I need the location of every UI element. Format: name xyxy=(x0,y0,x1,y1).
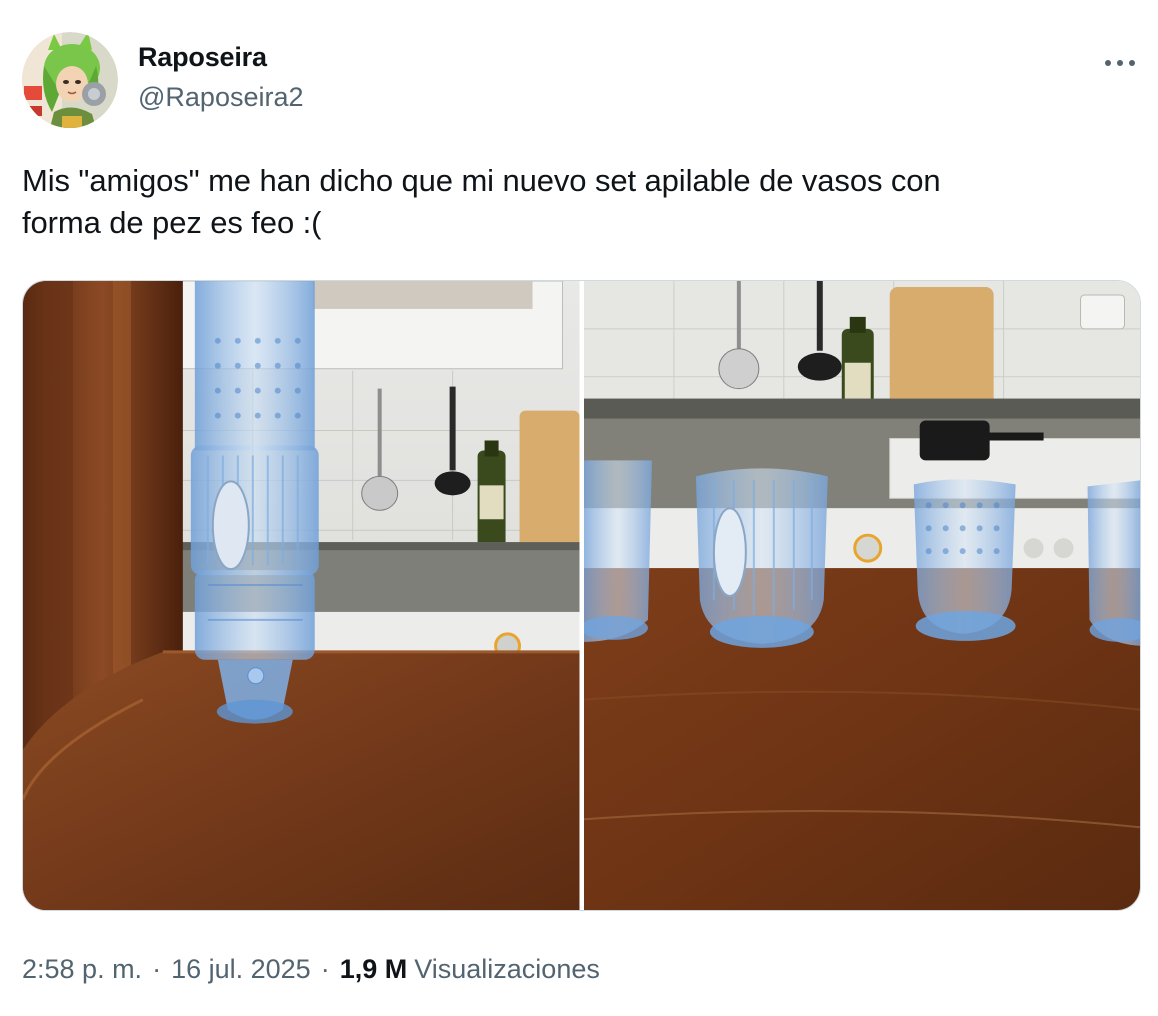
more-options-button[interactable] xyxy=(1098,46,1142,80)
tweet-time[interactable]: 2:58 p. m. xyxy=(22,954,142,985)
avatar-icon xyxy=(22,32,118,128)
media-grid xyxy=(22,280,1141,911)
more-horizontal-icon xyxy=(1105,60,1135,66)
author-avatar[interactable] xyxy=(22,32,118,128)
meta-separator: · xyxy=(320,954,330,984)
meta-separator: · xyxy=(152,954,162,984)
photo-glasses-on-counter[interactable] xyxy=(583,281,1140,910)
views-count: 1,9 M xyxy=(339,954,408,984)
tweet: Raposeira @Raposeira2 Mis "amigos" me ha… xyxy=(0,0,1158,1016)
author-handle[interactable]: @Raposeira2 xyxy=(138,82,304,113)
tweet-meta: 2:58 p. m. · 16 jul. 2025 · 1,9 M Visual… xyxy=(22,954,600,985)
views-label: Visualizaciones xyxy=(414,954,600,984)
tweet-date[interactable]: 16 jul. 2025 xyxy=(171,954,311,985)
glasses-on-counter-image xyxy=(583,281,1140,910)
author-display-name[interactable]: Raposeira xyxy=(138,42,267,73)
photo-stacked-glasses[interactable] xyxy=(23,281,580,910)
tweet-text: Mis "amigos" me han dicho que mi nuevo s… xyxy=(22,163,941,240)
stacked-glasses-image xyxy=(23,281,580,910)
